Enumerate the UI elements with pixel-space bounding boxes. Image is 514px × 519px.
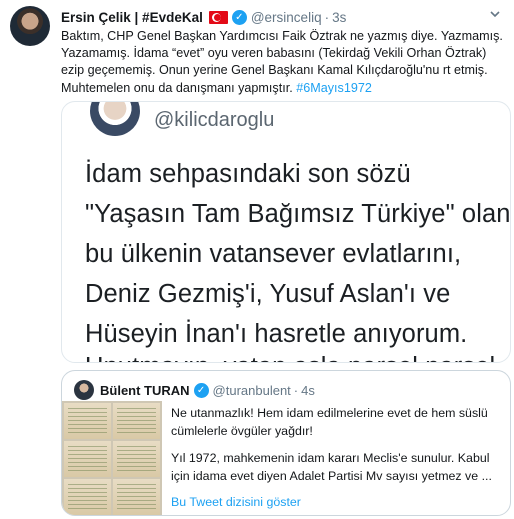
quoted-handle: @turanbulent bbox=[212, 382, 291, 398]
quoted-timestamp: 4s bbox=[301, 382, 315, 398]
tweet-body: Baktım, CHP Genel Başkan Yardımcısı Faik… bbox=[61, 29, 503, 95]
document-page-image bbox=[113, 403, 160, 439]
display-name[interactable]: Ersin Çelik | #EvdeKal bbox=[61, 10, 203, 25]
verified-badge-icon: ✓ bbox=[193, 382, 209, 398]
chevron-down-icon[interactable] bbox=[488, 8, 502, 22]
show-thread-link[interactable]: Bu Tweet dizisini göster bbox=[171, 495, 301, 509]
tweet[interactable]: Ersin Çelik | #EvdeKal ✓ @ersinceliq · 3… bbox=[0, 0, 514, 519]
quoted-paragraph: Ne utanmazlık! Hem idam edilmelerine eve… bbox=[171, 406, 488, 438]
media-handle: @kilicdaroglu bbox=[154, 109, 275, 131]
tweet-timestamp[interactable]: 3s bbox=[332, 10, 346, 25]
media-text-line: İdam sehpasındaki son sözü bbox=[85, 160, 411, 188]
verified-badge-icon: ✓ bbox=[231, 9, 247, 25]
quoted-media-thumbnail[interactable] bbox=[62, 401, 162, 515]
tweet-media-image[interactable]: @kilicdaroglu İdam sehpasındaki son sözü… bbox=[61, 101, 511, 363]
media-avatar bbox=[90, 102, 140, 136]
turkey-flag-icon bbox=[208, 10, 228, 24]
quoted-tweet-header: Bülent TURAN ✓ @turanbulent · 4s bbox=[74, 380, 315, 400]
tweet-header: Ersin Çelik | #EvdeKal ✓ @ersinceliq · 3… bbox=[61, 8, 346, 26]
quoted-tweet[interactable]: Bülent TURAN ✓ @turanbulent · 4s Ne utan… bbox=[61, 370, 511, 516]
avatar[interactable] bbox=[10, 6, 50, 46]
media-text-line: Hüseyin İnan'ı hasretle anıyorum. bbox=[85, 320, 468, 348]
quoted-avatar bbox=[74, 380, 94, 400]
quoted-display-name: Bülent TURAN bbox=[100, 382, 190, 398]
quoted-paragraph: Yıl 1972, mahkemenin idam kararı Meclis'… bbox=[171, 451, 492, 483]
document-page-image bbox=[113, 441, 160, 477]
document-page-image bbox=[64, 479, 111, 515]
separator: · bbox=[324, 9, 330, 25]
hashtag-link[interactable]: #6Mayıs1972 bbox=[296, 81, 372, 95]
document-page-image bbox=[64, 403, 111, 439]
tweet-text: Baktım, CHP Genel Başkan Yardımcısı Faik… bbox=[61, 28, 511, 97]
quoted-tweet-text: Ne utanmazlık! Hem idam edilmelerine eve… bbox=[171, 405, 507, 495]
document-page-image bbox=[64, 441, 111, 477]
media-text-line: "Yaşasın Tam Bağımsız Türkiye" olan, bbox=[85, 200, 511, 228]
media-text-line: Deniz Gezmiş'i, Yusuf Aslan'ı ve bbox=[85, 280, 451, 308]
media-text-line: bu ülkenin vatansever evlatlarını, bbox=[85, 240, 462, 268]
document-page-image bbox=[113, 479, 160, 515]
media-text-line: Unutmayın, vatan asla parsel parsel bbox=[85, 353, 495, 362]
separator: · bbox=[293, 382, 299, 398]
user-handle[interactable]: @ersinceliq bbox=[251, 10, 322, 25]
